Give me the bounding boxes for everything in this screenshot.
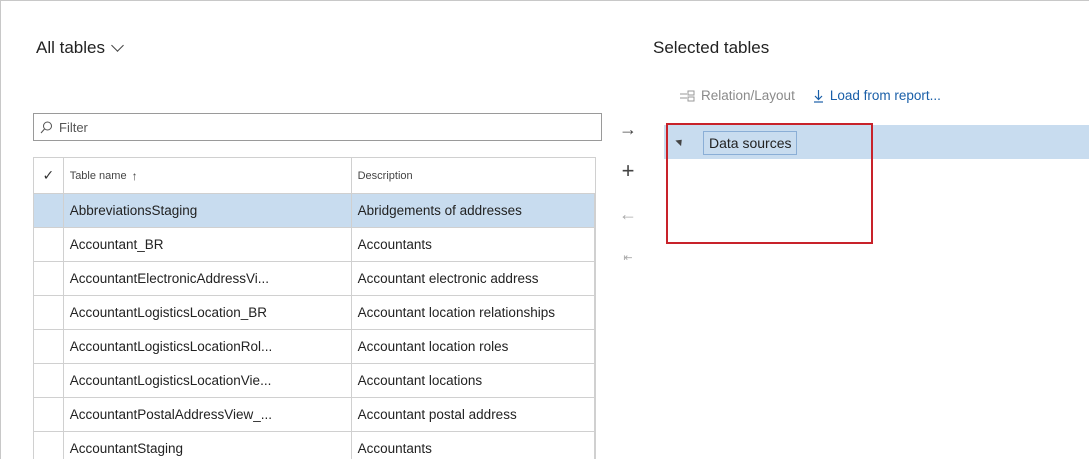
table-row[interactable]: AbbreviationsStaging Abridgements of add… xyxy=(34,194,595,228)
select-all-check[interactable]: ✓ xyxy=(34,158,64,193)
table-name-cell: AccountantPostalAddressView_... xyxy=(64,398,352,431)
relation-layout-label: Relation/Layout xyxy=(701,88,795,103)
relation-icon xyxy=(680,90,695,101)
table-row[interactable]: AccountantElectronicAddressVi... Account… xyxy=(34,262,595,296)
data-sources-node[interactable]: Data sources xyxy=(703,131,798,155)
tables-grid: ✓ Table name ↑ Description Abbreviations… xyxy=(33,157,596,459)
row-check[interactable] xyxy=(34,364,64,397)
row-check[interactable] xyxy=(34,330,64,363)
load-from-report-label: Load from report... xyxy=(829,88,941,103)
relation-layout-button[interactable]: Relation/Layout xyxy=(679,88,795,103)
checkmark-icon: ✓ xyxy=(42,167,55,183)
grid-header: ✓ Table name ↑ Description xyxy=(34,158,595,194)
table-row[interactable]: Accountant_BR Accountants xyxy=(34,228,595,262)
filter-box[interactable] xyxy=(33,113,602,141)
description-cell: Abridgements of addresses xyxy=(352,194,595,227)
sort-ascending-icon: ↑ xyxy=(131,168,138,183)
filter-input[interactable] xyxy=(59,119,579,135)
row-check[interactable] xyxy=(34,194,64,227)
load-from-report-button[interactable]: Load from report... xyxy=(813,88,941,103)
all-tables-dropdown[interactable]: All tables xyxy=(36,38,124,58)
table-row[interactable]: AccountantStaging Accountants xyxy=(34,432,595,459)
description-cell: Accountant location relationships xyxy=(352,296,595,329)
description-cell: Accountants xyxy=(352,228,595,261)
table-row[interactable]: AccountantLogisticsLocationRol... Accoun… xyxy=(34,330,595,364)
download-icon xyxy=(813,89,823,103)
table-name-cell: AccountantLogisticsLocation_BR xyxy=(64,296,352,329)
column-label-table-name: Table name xyxy=(69,169,127,182)
description-cell: Accountant postal address xyxy=(352,398,595,431)
description-cell: Accountant electronic address xyxy=(352,262,595,295)
row-check[interactable] xyxy=(34,398,64,431)
table-row[interactable]: AccountantLogisticsLocationVie... Accoun… xyxy=(34,364,595,398)
description-cell: Accountants xyxy=(352,432,595,459)
remove-all-button[interactable]: ⇤ xyxy=(616,245,640,269)
column-header-description[interactable]: Description xyxy=(352,158,595,193)
remove-button[interactable]: ← xyxy=(616,202,640,226)
search-icon xyxy=(40,121,52,133)
row-check[interactable] xyxy=(34,432,64,459)
add-button[interactable]: + xyxy=(616,158,640,183)
description-cell: Accountant locations xyxy=(352,364,595,397)
table-row[interactable]: AccountantLogisticsLocation_BR Accountan… xyxy=(34,296,595,330)
row-check[interactable] xyxy=(34,262,64,295)
table-name-cell: AbbreviationsStaging xyxy=(64,194,352,227)
add-selected-button[interactable]: → xyxy=(616,117,640,141)
description-cell: Accountant location roles xyxy=(352,330,595,363)
row-check[interactable] xyxy=(34,296,64,329)
table-name-cell: AccountantElectronicAddressVi... xyxy=(64,262,352,295)
all-tables-label: All tables xyxy=(36,38,105,57)
table-name-cell: AccountantLogisticsLocationRol... xyxy=(64,330,352,363)
arrow-right-icon: → xyxy=(619,118,637,139)
arrow-left-icon: ← xyxy=(619,203,637,224)
table-name-cell: Accountant_BR xyxy=(64,228,352,261)
selected-tables-toolbar: Relation/Layout Load from report... xyxy=(679,88,941,103)
row-check[interactable] xyxy=(34,228,64,261)
table-name-cell: AccountantLogisticsLocationVie... xyxy=(64,364,352,397)
chevron-down-icon xyxy=(111,39,124,52)
column-header-table-name[interactable]: Table name ↑ xyxy=(64,158,352,193)
column-label-description: Description xyxy=(357,169,413,182)
table-row[interactable]: AccountantPostalAddressView_... Accounta… xyxy=(34,398,595,432)
selected-tables-title: Selected tables xyxy=(653,38,770,57)
plus-icon: + xyxy=(621,158,635,183)
remove-all-icon: ⇤ xyxy=(623,251,633,264)
table-name-cell: AccountantStaging xyxy=(64,432,352,459)
